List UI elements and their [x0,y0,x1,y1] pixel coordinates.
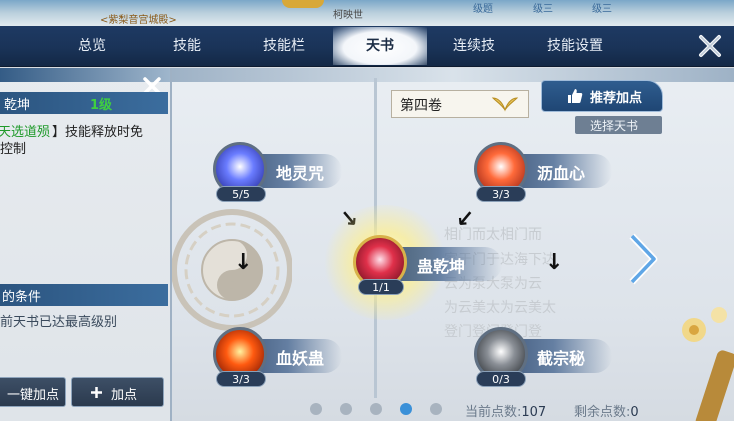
player-name: 柯映世 [333,10,363,21]
tab-combo[interactable]: 连续技 [440,34,508,58]
remaining-points-label: 剩余点数: [574,405,631,420]
volume-dropdown-icon[interactable] [489,94,521,114]
current-points: 当前点数:107 [465,401,546,420]
down-arrow-icon: ↓ [545,250,564,275]
tab-heavenly-book[interactable]: 天书 [348,34,412,58]
tab-skills[interactable]: 技能 [157,34,217,58]
scroll-ornament-icon [682,307,734,421]
auto-allocate-button[interactable]: 一键加点 [0,377,66,407]
down-arrow-icon: ↓ [234,250,253,275]
tab-skill-bar[interactable]: 技能栏 [250,34,318,58]
tab-overview[interactable]: 总览 [62,34,122,58]
page-dot-active[interactable] [400,403,412,415]
bg-script-line: 为云美太为云美太 [444,300,556,316]
thumbs-up-icon [568,89,583,103]
skill-node-level: 5/5 [216,186,266,202]
emblem-icon [282,0,324,8]
skill-node-name: 沥血心 [537,164,586,183]
skill-level: 1级 [90,98,113,113]
top-label-c: 级三 [592,4,612,15]
add-point-button[interactable]: 加点 [71,377,164,407]
next-page-chevron-icon[interactable] [626,232,660,286]
page-dot[interactable] [370,403,382,415]
close-icon[interactable] [694,30,726,62]
skill-node-level: 1/1 [358,279,404,295]
add-point-label: 加点 [111,388,138,403]
condition-title: 的条件 [2,290,42,305]
condition-text: 前天书已达最高级别 [0,315,118,330]
select-book-label: 选择天书 [590,119,639,133]
skill-desc: 】技能释放时免 [52,125,144,140]
guild-title: <紫梨音宫城殿> [100,15,177,26]
top-label-b: 级三 [533,4,553,15]
skill-name: 乾坤 [4,98,31,113]
skill-node-name: 蛊乾坤 [417,257,466,276]
page-dot[interactable] [340,403,352,415]
skill-node-level: 3/3 [476,186,526,202]
skill-node-name: 血妖蛊 [276,349,325,368]
current-points-label: 当前点数: [465,405,522,420]
recommend-allocation-label: 推荐加点 [590,91,643,106]
auto-allocate-label: 一键加点 [7,388,60,403]
current-points-value: 107 [521,405,547,420]
plus-icon [91,387,102,398]
remaining-points: 剩余点数:0 [574,401,639,420]
top-label-a: 级题 [473,4,493,15]
skill-desc-line2: 控制 [0,142,27,157]
page-dot[interactable] [430,403,442,415]
skill-node-name: 截宗秘 [537,349,586,368]
skill-node-level: 0/3 [476,371,526,387]
remaining-points-value: 0 [630,405,639,420]
volume-label: 第四卷 [400,98,442,114]
yin-yang-ornament-icon [172,209,292,331]
page-dot[interactable] [310,403,322,415]
tab-skill-settings[interactable]: 技能设置 [534,34,616,58]
skill-node-name: 地灵咒 [276,164,325,183]
skill-node-level: 3/3 [216,371,266,387]
